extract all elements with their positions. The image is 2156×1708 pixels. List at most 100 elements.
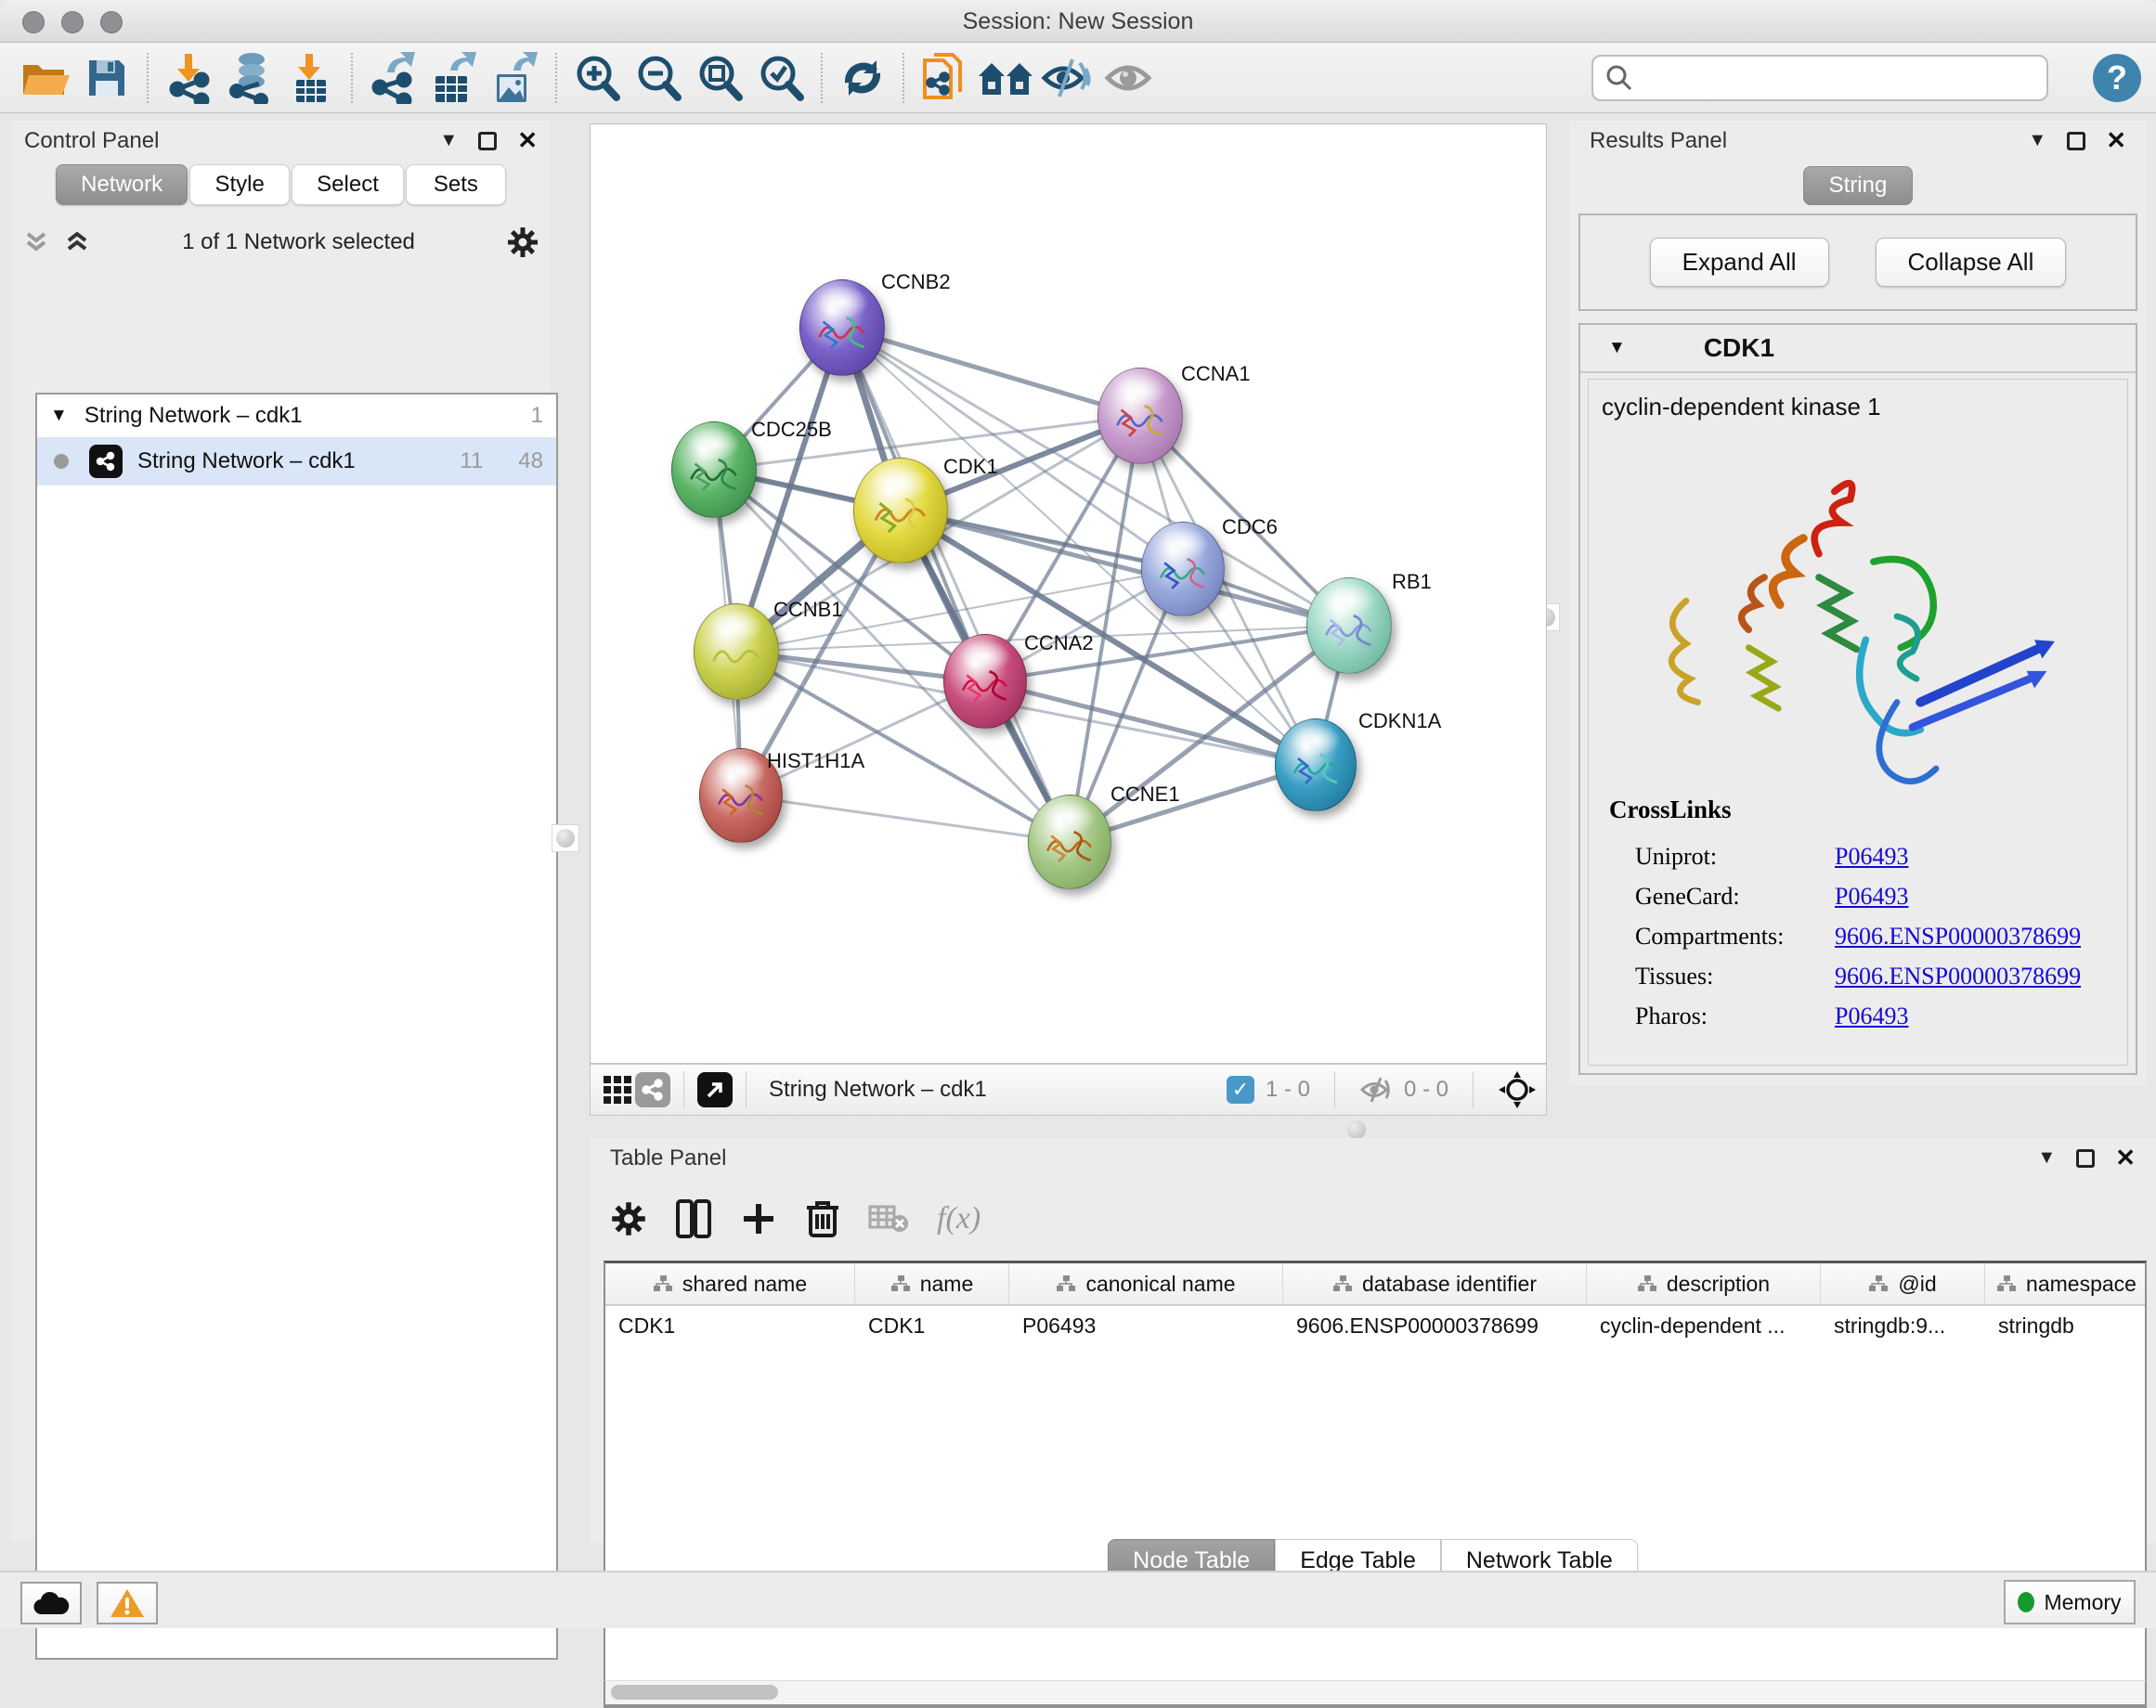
network-node-ccnb1[interactable]: [694, 603, 779, 700]
network-node-ccnb2[interactable]: [799, 279, 885, 376]
tab-network[interactable]: Network: [56, 164, 188, 205]
network-node-cdc6[interactable]: [1141, 522, 1225, 616]
float-panel-icon[interactable]: [478, 132, 497, 150]
crosshair-icon[interactable]: [1498, 1070, 1537, 1109]
save-session-button[interactable]: [76, 49, 137, 107]
delete-table-icon[interactable]: [868, 1203, 909, 1235]
tab-select[interactable]: Select: [292, 164, 404, 205]
export-table-button[interactable]: [423, 49, 485, 107]
entry-header[interactable]: ▼ CDK1: [1580, 325, 2136, 373]
column-header-shared-name[interactable]: shared name: [605, 1263, 855, 1304]
refresh-layout-button[interactable]: [832, 49, 893, 107]
selected-counts: 1 - 0: [1266, 1077, 1310, 1103]
search-input[interactable]: [1591, 55, 2048, 101]
network-node-cdk1[interactable]: [853, 458, 948, 563]
import-network-button[interactable]: [158, 49, 219, 107]
import-table-icon: [289, 52, 333, 104]
float-panel-icon[interactable]: [2076, 1149, 2095, 1168]
panel-menu-caret-icon[interactable]: ▼: [2037, 1147, 2056, 1169]
crosslink-link[interactable]: 9606.ENSP00000378699: [1835, 923, 2081, 951]
network-edge[interactable]: [842, 328, 1070, 842]
memory-status-dot: [2018, 1592, 2034, 1612]
tab-string[interactable]: String: [1803, 166, 1913, 205]
tab-style[interactable]: Style: [189, 164, 290, 205]
import-network-icon: [164, 52, 213, 104]
column-header--id[interactable]: @id: [1821, 1263, 1985, 1304]
import-table-button[interactable]: [280, 49, 342, 107]
network-node-cdkn1a[interactable]: [1275, 718, 1357, 811]
share-view-icon[interactable]: [635, 1072, 670, 1107]
zoom-selected-button[interactable]: [750, 49, 812, 107]
grid-view-icon[interactable]: [600, 1072, 635, 1107]
warning-status-button[interactable]: [97, 1582, 158, 1624]
export-network-button[interactable]: [362, 49, 423, 107]
column-header-label: database identifier: [1362, 1272, 1537, 1297]
network-edge[interactable]: [741, 796, 1070, 842]
close-panel-icon[interactable]: ✕: [2115, 1144, 2136, 1172]
add-column-icon[interactable]: [740, 1200, 777, 1237]
crosslink-link[interactable]: P06493: [1835, 843, 1908, 871]
node-label-ccna1: CCNA1: [1181, 362, 1251, 386]
crosslink-link[interactable]: P06493: [1835, 1003, 1908, 1030]
delete-column-icon[interactable]: [805, 1198, 840, 1239]
float-panel-icon[interactable]: [2067, 132, 2085, 150]
open-in-window-icon[interactable]: [697, 1072, 733, 1107]
close-panel-icon[interactable]: ✕: [517, 126, 538, 155]
table-row[interactable]: CDK1CDK1P064939606.ENSP00000378699cyclin…: [605, 1306, 2145, 1345]
close-panel-icon[interactable]: ✕: [2106, 126, 2126, 155]
open-folder-icon: [21, 58, 70, 98]
scrollbar-thumb[interactable]: [611, 1685, 778, 1700]
network-row-selected[interactable]: String Network – cdk1 11 48: [37, 437, 556, 485]
cloud-status-button[interactable]: [20, 1582, 82, 1624]
panel-menu-caret-icon[interactable]: ▼: [2028, 130, 2046, 151]
column-header-database-identifier[interactable]: database identifier: [1283, 1263, 1587, 1304]
network-node-ccna2[interactable]: [943, 634, 1027, 729]
new-network-from-selection-button[interactable]: [914, 49, 975, 107]
help-button[interactable]: ?: [2093, 54, 2141, 102]
node-label-rb1: RB1: [1392, 570, 1432, 594]
network-canvas[interactable]: CCNB2CCNA1CDC25BCDK1CDC6RB1CCNB1CCNA2CDK…: [590, 123, 1547, 1064]
network-node-ccna1[interactable]: [1097, 368, 1183, 464]
crosslink-link[interactable]: P06493: [1835, 883, 1908, 911]
column-header-namespace[interactable]: namespace: [1985, 1263, 2147, 1304]
first-neighbors-button[interactable]: [975, 49, 1036, 107]
column-header-canonical-name[interactable]: canonical name: [1009, 1263, 1283, 1304]
tab-sets[interactable]: Sets: [406, 164, 506, 205]
collapse-entry-caret-icon[interactable]: ▼: [1608, 338, 1626, 358]
network-node-ccne1[interactable]: [1028, 795, 1111, 889]
expand-all-icon[interactable]: [63, 230, 91, 254]
expand-all-button[interactable]: Expand All: [1650, 238, 1829, 287]
horizontal-scrollbar[interactable]: [604, 1680, 2147, 1706]
network-edge[interactable]: [736, 652, 1316, 765]
column-header-name[interactable]: name: [855, 1263, 1009, 1304]
protein-thumbnail: [1111, 394, 1170, 444]
export-image-button[interactable]: [485, 49, 546, 107]
gear-icon[interactable]: [610, 1200, 647, 1237]
zoom-fit-button[interactable]: [689, 49, 750, 107]
eye-slash-icon: [1041, 56, 1093, 100]
left-splitter-handle[interactable]: [552, 824, 579, 852]
function-builder-icon[interactable]: f(x): [937, 1201, 981, 1236]
show-all-button[interactable]: [1097, 49, 1159, 107]
expand-caret-icon[interactable]: ▼: [50, 406, 68, 426]
open-file-button[interactable]: [15, 49, 76, 107]
gear-icon[interactable]: [506, 226, 539, 259]
network-collection-row[interactable]: ▼ String Network – cdk1 1: [37, 395, 556, 437]
network-node-cdc25b[interactable]: [671, 421, 757, 518]
zoom-in-button[interactable]: [566, 49, 628, 107]
network-node-rb1[interactable]: [1306, 577, 1392, 674]
network-edge[interactable]: [842, 328, 1140, 416]
network-edges: [591, 124, 1547, 1064]
import-database-button[interactable]: [219, 49, 280, 107]
collapse-all-button[interactable]: Collapse All: [1876, 238, 2067, 287]
column-header-description[interactable]: description: [1587, 1263, 1821, 1304]
string-network-icon: [89, 445, 123, 478]
zoom-out-button[interactable]: [628, 49, 689, 107]
columns-icon[interactable]: [675, 1198, 712, 1239]
hide-selected-button[interactable]: [1036, 49, 1097, 107]
toolbar-separator: [821, 53, 823, 103]
panel-menu-caret-icon[interactable]: ▼: [439, 130, 458, 151]
memory-button[interactable]: Memory: [2004, 1580, 2136, 1624]
collapse-all-icon[interactable]: [22, 230, 50, 254]
crosslink-link[interactable]: 9606.ENSP00000378699: [1835, 963, 2081, 990]
